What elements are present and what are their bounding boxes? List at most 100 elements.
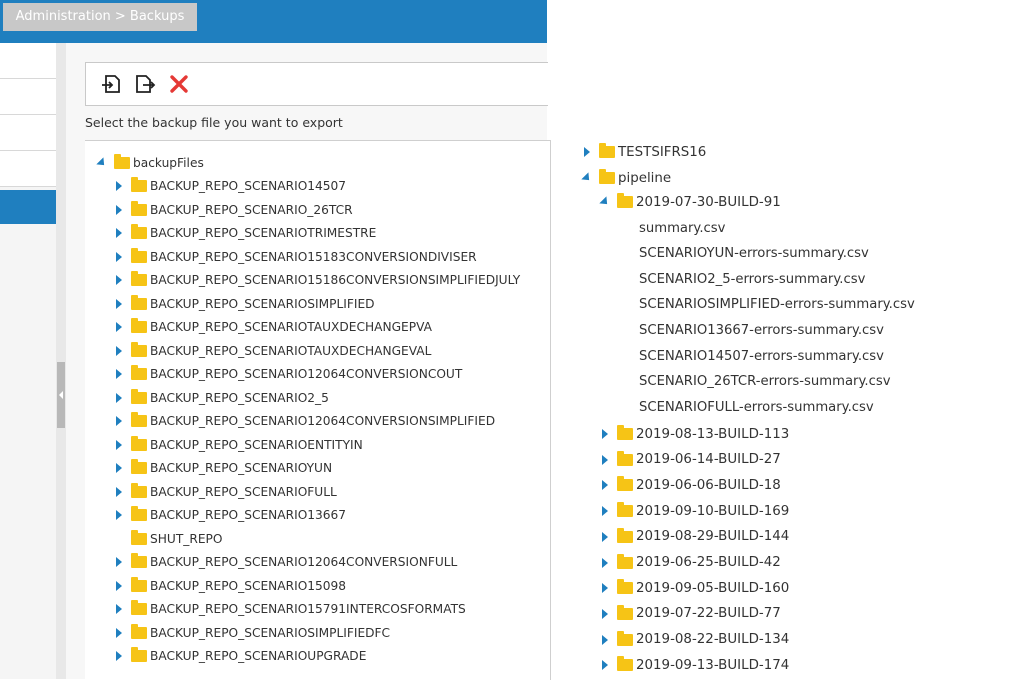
tree-root[interactable]: backupFiles [95, 152, 204, 174]
file-item[interactable]: SCENARIOYUN-errors-summary.csv [639, 243, 869, 265]
tree-item-label[interactable]: BACKUP_REPO_SCENARIO_26TCR [150, 203, 353, 217]
build-label[interactable]: 2019-09-05-BUILD-160 [636, 581, 789, 596]
build-label[interactable]: 2019-08-29-BUILD-144 [636, 529, 789, 544]
tree-root-label[interactable]: backupFiles [133, 156, 204, 170]
file-item[interactable]: SCENARIO2_5-errors-summary.csv [639, 268, 865, 290]
expand-toggle-icon[interactable] [598, 453, 612, 467]
expand-toggle-icon[interactable] [112, 555, 126, 569]
nav-item[interactable] [0, 43, 56, 79]
nav-item-active[interactable] [0, 190, 56, 224]
tree-item-label[interactable]: BACKUP_REPO_SCENARIOTAUXDECHANGEPVA [150, 320, 432, 334]
build-label[interactable]: 2019-07-30-BUILD-91 [636, 195, 781, 210]
expand-toggle-icon[interactable] [598, 478, 612, 492]
expand-toggle-icon[interactable] [580, 171, 594, 185]
file-label[interactable]: SCENARIO13667-errors-summary.csv [639, 323, 884, 338]
tree-item-label[interactable]: BACKUP_REPO_SCENARIOSIMPLIFIEDFC [150, 626, 390, 640]
build-label[interactable]: 2019-08-22-BUILD-134 [636, 632, 789, 647]
tree-build-folder[interactable]: 2019-08-22-BUILD-134 [598, 629, 789, 651]
expand-toggle-icon[interactable] [598, 556, 612, 570]
expand-toggle-icon[interactable] [112, 391, 126, 405]
tree-item-label[interactable]: BACKUP_REPO_SCENARIO12064CONVERSIONSIMPL… [150, 414, 495, 428]
expand-toggle-icon[interactable] [112, 226, 126, 240]
tree-item[interactable]: BACKUP_REPO_SCENARIOSIMPLIFIEDFC [112, 622, 390, 644]
tree-item-label[interactable]: BACKUP_REPO_SCENARIO13667 [150, 508, 346, 522]
tree-item[interactable]: BACKUP_REPO_SCENARIO12064CONVERSIONFULL [112, 551, 457, 573]
tree-item[interactable]: BACKUP_REPO_SCENARIO13667 [112, 504, 346, 526]
tree-item[interactable]: BACKUP_REPO_SCENARIOFULL [112, 481, 337, 503]
expand-toggle-icon[interactable] [112, 273, 126, 287]
tree-item[interactable]: BACKUP_REPO_SCENARIO15791INTERCOSFORMATS [112, 598, 466, 620]
file-label[interactable]: SCENARIO14507-errors-summary.csv [639, 349, 884, 364]
tree-item-label[interactable]: BACKUP_REPO_SCENARIO14507 [150, 179, 346, 193]
tree-build-folder[interactable]: 2019-07-30-BUILD-91 [598, 191, 781, 213]
tree-build-folder[interactable]: 2019-08-29-BUILD-144 [598, 526, 789, 548]
build-label[interactable]: 2019-06-25-BUILD-42 [636, 555, 781, 570]
expand-toggle-icon[interactable] [112, 579, 126, 593]
build-label[interactable]: 2019-07-22-BUILD-77 [636, 606, 781, 621]
tree-item[interactable]: BACKUP_REPO_SCENARIO12064CONVERSIONCOUT [112, 363, 462, 385]
tree-build-folder[interactable]: 2019-09-05-BUILD-160 [598, 577, 789, 599]
delete-button[interactable] [167, 72, 191, 96]
tree-build-folder[interactable]: 2019-06-06-BUILD-18 [598, 474, 781, 496]
tree-item[interactable]: BACKUP_REPO_SCENARIOTAUXDECHANGEVAL [112, 340, 431, 362]
tree-build-folder[interactable]: 2019-06-25-BUILD-42 [598, 552, 781, 574]
tree-item[interactable]: BACKUP_REPO_SCENARIO2_5 [112, 387, 329, 409]
expand-toggle-icon[interactable] [112, 649, 126, 663]
build-label[interactable]: 2019-09-10-BUILD-169 [636, 504, 789, 519]
tree-item[interactable]: BACKUP_REPO_SCENARIO_26TCR [112, 199, 353, 221]
tree-item[interactable]: BACKUP_REPO_SCENARIO15183CONVERSIONDIVIS… [112, 246, 477, 268]
file-item[interactable]: SCENARIOSIMPLIFIED-errors-summary.csv [639, 294, 915, 316]
tree-item-label[interactable]: BACKUP_REPO_SCENARIO12064CONVERSIONCOUT [150, 367, 462, 381]
expand-toggle-icon[interactable] [112, 250, 126, 264]
file-item[interactable]: SCENARIOFULL-errors-summary.csv [639, 396, 874, 418]
file-label[interactable]: SCENARIOSIMPLIFIED-errors-summary.csv [639, 297, 915, 312]
file-label[interactable]: SCENARIOFULL-errors-summary.csv [639, 400, 874, 415]
breadcrumb[interactable]: Administration > Backups [3, 3, 197, 31]
nav-item[interactable] [0, 115, 56, 151]
tree-item[interactable]: BACKUP_REPO_SCENARIOUPGRADE [112, 645, 366, 667]
tree-item[interactable]: BACKUP_REPO_SCENARIOYUN [112, 457, 332, 479]
expand-toggle-icon[interactable] [112, 438, 126, 452]
folder-label[interactable]: pipeline [618, 171, 671, 186]
tree-item-label[interactable]: BACKUP_REPO_SCENARIO15098 [150, 579, 346, 593]
expand-toggle-icon[interactable] [598, 530, 612, 544]
file-label[interactable]: SCENARIOYUN-errors-summary.csv [639, 246, 869, 261]
folder-label[interactable]: TESTSIFRS16 [618, 145, 706, 160]
expand-toggle-icon[interactable] [598, 607, 612, 621]
expand-toggle-icon[interactable] [598, 581, 612, 595]
tree-folder[interactable]: pipeline [580, 167, 671, 189]
file-item[interactable]: SCENARIO13667-errors-summary.csv [639, 319, 884, 341]
build-label[interactable]: 2019-08-13-BUILD-113 [636, 427, 789, 442]
tree-item[interactable]: BACKUP_REPO_SCENARIOSIMPLIFIED [112, 293, 375, 315]
build-label[interactable]: 2019-06-14-BUILD-27 [636, 452, 781, 467]
file-item[interactable]: SCENARIO_26TCR-errors-summary.csv [639, 371, 891, 393]
expand-toggle-icon[interactable] [598, 195, 612, 209]
tree-item-label[interactable]: BACKUP_REPO_SCENARIO15183CONVERSIONDIVIS… [150, 250, 477, 264]
file-label[interactable]: SCENARIO2_5-errors-summary.csv [639, 272, 865, 287]
tree-item[interactable]: SHUT_REPO [112, 528, 222, 550]
expand-toggle-icon[interactable] [112, 344, 126, 358]
file-label[interactable]: SCENARIO_26TCR-errors-summary.csv [639, 374, 891, 389]
tree-item[interactable]: BACKUP_REPO_SCENARIO14507 [112, 175, 346, 197]
tree-build-folder[interactable]: 2019-08-13-BUILD-113 [598, 423, 789, 445]
nav-item[interactable] [0, 151, 56, 187]
tree-item-label[interactable]: BACKUP_REPO_SCENARIO2_5 [150, 391, 329, 405]
expand-toggle-icon[interactable] [112, 626, 126, 640]
collapse-handle-icon[interactable] [57, 362, 65, 428]
tree-build-folder[interactable]: 2019-07-22-BUILD-77 [598, 603, 781, 625]
expand-toggle-icon[interactable] [112, 367, 126, 381]
expand-toggle-icon[interactable] [112, 297, 126, 311]
tree-item-label[interactable]: BACKUP_REPO_SCENARIOYUN [150, 461, 332, 475]
export-button[interactable] [133, 72, 157, 96]
expand-toggle-icon[interactable] [580, 145, 594, 159]
tree-item-label[interactable]: BACKUP_REPO_SCENARIOENTITYIN [150, 438, 363, 452]
tree-item-label[interactable]: BACKUP_REPO_SCENARIOUPGRADE [150, 649, 366, 663]
file-label[interactable]: summary.csv [639, 221, 725, 236]
expand-toggle-icon[interactable] [598, 504, 612, 518]
tree-item[interactable]: BACKUP_REPO_SCENARIO15186CONVERSIONSIMPL… [112, 269, 520, 291]
tree-item-label[interactable]: BACKUP_REPO_SCENARIOSIMPLIFIED [150, 297, 375, 311]
tree-item-label[interactable]: BACKUP_REPO_SCENARIO12064CONVERSIONFULL [150, 555, 457, 569]
tree-item[interactable]: BACKUP_REPO_SCENARIOTRIMESTRE [112, 222, 376, 244]
tree-folder[interactable]: TESTSIFRS16 [580, 141, 706, 163]
expand-toggle-icon[interactable] [112, 602, 126, 616]
